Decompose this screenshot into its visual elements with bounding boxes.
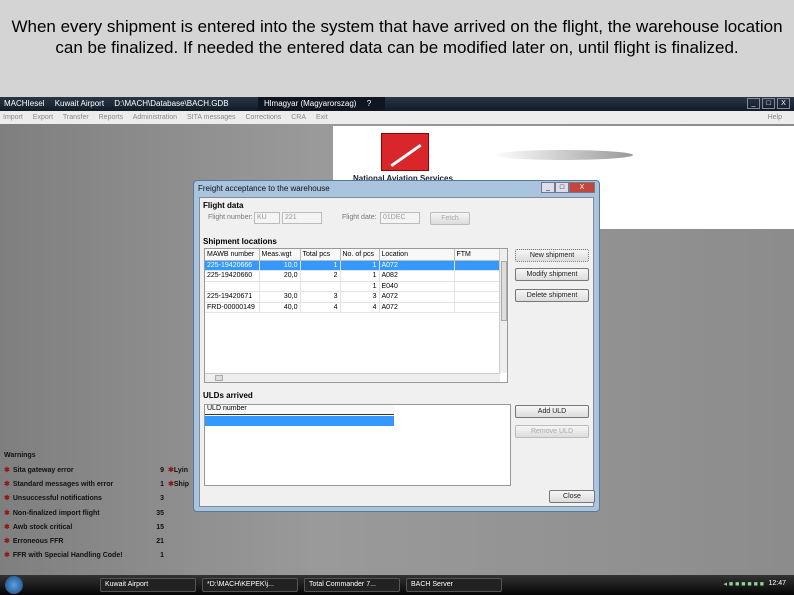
maximize-button[interactable]: □ (762, 98, 775, 109)
warning-item[interactable]: ✱ Standard messages with error 1 (4, 480, 164, 490)
task-kuwait-airport[interactable]: Kuwait Airport (100, 578, 196, 592)
flight-number-input[interactable]: 221 (282, 212, 322, 224)
clock: 12:47 (768, 580, 786, 587)
warnings-title: Warnings (4, 452, 36, 459)
warning-item[interactable]: ✱ Awb stock critical 15 (4, 523, 164, 533)
menu-help[interactable]: Help (768, 111, 782, 124)
horizontal-scrollbar[interactable] (205, 373, 500, 382)
ulds-arrived-heading: ULDs arrived (203, 391, 253, 400)
user-indicator[interactable]: Hlmagyar (Magyarorszag) ? (258, 97, 386, 111)
close-dialog-button[interactable]: Close (549, 490, 595, 503)
add-uld-button[interactable]: Add ULD (515, 405, 589, 418)
menu-export[interactable]: Export (33, 114, 53, 121)
swoosh-graphic (493, 150, 633, 160)
menu-cra[interactable]: CRA (291, 114, 306, 121)
flight-data-heading: Flight data (203, 201, 244, 210)
dialog-title: Freight acceptance to the warehouse (198, 184, 330, 193)
warnings-panel: Warnings ✱ Sita gateway error 9 ✱ Standard … (0, 452, 200, 572)
warning-item[interactable]: ✱ Unsuccessful notifications 3 (4, 494, 164, 504)
dialog-minimize-button[interactable]: _ (541, 182, 555, 193)
flight-date-input[interactable]: 01DEC (380, 212, 420, 224)
menu-reports[interactable]: Reports (99, 114, 124, 121)
warning-item[interactable]: ✱Lyin (168, 466, 188, 476)
uld-selected-row[interactable] (205, 416, 394, 426)
airport-name: Kuwait Airport (54, 99, 105, 108)
close-button[interactable]: X (777, 98, 790, 109)
dialog-maximize-button[interactable]: □ (555, 182, 569, 193)
flight-number-label: Flight number: (208, 214, 253, 221)
dialog-close-icon[interactable]: X (569, 182, 595, 193)
taskbar: Kuwait Airport *D:\MACH\KEPEK\j... Total… (0, 575, 794, 595)
nas-logo (381, 133, 429, 171)
flight-date-label: Flight date: (342, 214, 377, 221)
menu-bar: Import Export Transfer Reports Administr… (0, 111, 794, 124)
freight-acceptance-dialog: Freight acceptance to the warehouse _ □ X … (193, 180, 600, 512)
table-row[interactable]: 225-19420666 10,0 1 1 A072 (205, 260, 501, 271)
table-row[interactable]: 225-19420671 30,0 3 3 A072 (205, 291, 501, 303)
delete-shipment-button[interactable]: Delete shipment (515, 289, 589, 302)
table-row[interactable]: FRD-00000149 40,0 4 4 A072 (205, 302, 501, 313)
menu-import[interactable]: Import (3, 114, 23, 121)
menu-transfer[interactable]: Transfer (63, 114, 89, 121)
warning-item[interactable]: ✱Ship (168, 480, 189, 490)
help-icon[interactable]: ? (367, 99, 371, 108)
shipment-locations-heading: Shipment locations (203, 237, 277, 246)
warning-item[interactable]: ✱ Erroneous FFR 21 (4, 537, 164, 547)
warning-item[interactable]: ✱ Sita gateway error 9 (4, 466, 164, 476)
menu-administration[interactable]: Administration (133, 114, 177, 121)
warning-item[interactable]: ✱ Non-finalized import flight 35 (4, 509, 164, 519)
task-bach-server[interactable]: BACH Server (406, 578, 502, 592)
uld-list: ULD number (204, 404, 511, 486)
warning-item[interactable]: ✱ FFR with Special Handling Code! 1 (4, 551, 164, 561)
menu-exit[interactable]: Exit (316, 114, 328, 121)
slide-caption: When every shipment is entered into the … (0, 0, 794, 97)
database-path: D:\MACH\Database\BACH.GDB (114, 99, 229, 108)
start-button[interactable] (5, 576, 23, 594)
remove-uld-button[interactable]: Remove ULD (515, 425, 589, 438)
vertical-scrollbar[interactable] (499, 249, 507, 373)
flight-carrier-input[interactable]: KU (254, 212, 280, 224)
modify-shipment-button[interactable]: Modify shipment (515, 268, 589, 281)
task-editor[interactable]: *D:\MACH\KEPEK\j... (202, 578, 298, 592)
system-tray-icons[interactable]: ◂ ■ ■ ■ ■ ■ ■ (723, 580, 764, 588)
app-title: MACHIesel (4, 99, 45, 108)
table-row[interactable]: 1 E040 (205, 281, 501, 292)
table-row[interactable]: 225-19420660 20,0 2 1 A082 (205, 270, 501, 282)
shipment-grid: MAWB number Meas.wgt Total pcs No. of pcs Lo… (204, 248, 508, 383)
uld-number-column: ULD number (205, 405, 394, 415)
app-title-bar: MACHIesel Kuwait Airport D:\MACH\Databas… (0, 97, 794, 111)
menu-sita-messages[interactable]: SITA messages (187, 114, 236, 121)
menu-corrections[interactable]: Corrections (245, 114, 281, 121)
fetch-button[interactable]: Fetch (430, 212, 470, 225)
minimize-button[interactable]: _ (747, 98, 760, 109)
new-shipment-button[interactable]: New shipment (515, 249, 589, 262)
task-total-commander[interactable]: Total Commander 7... (304, 578, 400, 592)
